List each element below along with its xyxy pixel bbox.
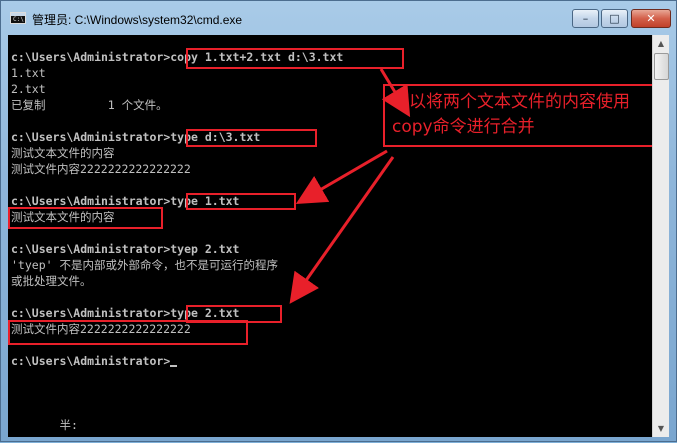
scrollbar-thumb[interactable]	[654, 53, 669, 80]
annotation-arrows	[289, 68, 411, 304]
cmd-window: C:\ 管理员: C:\Windows\system32\cmd.exe – □…	[0, 0, 677, 442]
scroll-up-arrow-icon[interactable]: ▲	[653, 35, 669, 52]
arrow-to-annotation	[379, 68, 411, 118]
scroll-down-arrow-icon[interactable]: ▼	[653, 420, 669, 437]
arrow-to-type-1txt	[295, 149, 388, 205]
vertical-scrollbar[interactable]: ▲ ▼	[652, 35, 669, 437]
